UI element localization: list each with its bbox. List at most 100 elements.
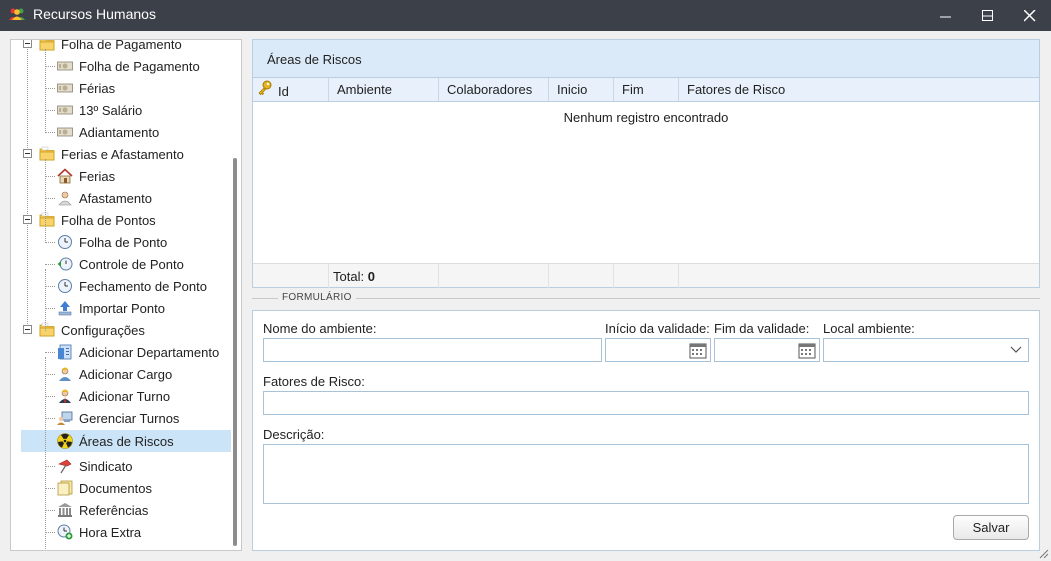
tree-item-label: Ferias [79,168,116,184]
local-select[interactable] [823,338,1029,362]
risk-areas-grid: Áreas de Riscos Id Ambiente Colaboradore… [252,39,1040,288]
tree-item[interactable]: Sindicato [57,455,132,477]
fim-date-input[interactable] [714,338,820,362]
tree-item[interactable]: Ferias e Afastamento [39,143,184,165]
tree-item[interactable]: Gerenciar Turnos [57,407,179,429]
tree-connector [45,176,55,177]
column-header-fatores[interactable]: Fatores de Risco [679,78,1039,101]
resize-grip-icon[interactable] [1038,548,1049,559]
folder-icon [39,146,55,162]
calendar-icon[interactable] [798,342,816,359]
tree-item-label: Adicionar Cargo [79,366,173,382]
column-header-colaboradores[interactable]: Colaboradores [439,78,549,101]
minimize-button-2[interactable] [925,0,967,31]
tree-item[interactable]: Férias [57,77,115,99]
nome-input[interactable] [263,338,602,362]
local-label: Local ambiente: [823,321,915,336]
total-label: Total: [333,269,365,284]
tree-item[interactable]: Áreas de Riscos [21,430,231,452]
close-icon [1024,10,1036,22]
tree-item[interactable]: Adicionar Departamento [57,341,219,363]
descricao-textarea[interactable] [263,444,1029,504]
tree-item[interactable]: Referências [57,499,148,521]
clock-icon [57,278,73,294]
tree-item[interactable]: Documentos [57,477,152,499]
tree-connector [45,132,55,133]
collapse-toggle[interactable] [23,325,32,334]
fatores-input[interactable] [263,391,1029,415]
close-button[interactable] [1009,0,1051,31]
calendar-icon[interactable] [689,342,707,359]
grid-header-bar: Áreas de Riscos [253,40,1039,78]
tree-connector [45,264,55,265]
tree-connector [45,286,55,287]
save-button[interactable]: Salvar [953,515,1029,540]
empty-message: Nenhum registro encontrado [563,110,729,125]
column-header-fim[interactable]: Fim [614,78,679,101]
tree-item-label: Folha de Pagamento [79,58,200,74]
tree-connector [45,110,55,111]
clock-back-icon [57,256,73,272]
column-header-id-label: Id [278,84,289,99]
upload-icon [57,300,73,316]
tree-item-label: Férias [79,80,116,96]
tree-item-label: Gerenciar Turnos [79,410,180,426]
tree-item[interactable]: Folha de Pagamento [57,55,200,77]
tree-item-label: Configurações [61,322,145,338]
tree-item[interactable]: Folha de Pontos [39,209,156,231]
tree-connector [45,510,55,511]
tree-connector [45,532,55,533]
tree-connector [45,418,55,419]
grid-footer: Total: 0 [253,263,1039,288]
collapse-toggle[interactable] [23,215,32,224]
tree-item[interactable]: 13º Salário [57,99,142,121]
nome-label: Nome do ambiente: [263,321,377,336]
tree-item-label: Áreas de Riscos [79,433,174,449]
maximize-icon [982,10,993,21]
collapse-toggle[interactable] [23,40,32,48]
tree-connector [45,488,55,489]
tree-connector [45,242,55,243]
tree-connector [45,308,55,309]
tree-item-label: Adicionar Departamento [79,344,220,360]
column-header-id[interactable]: Id [253,78,329,101]
collapse-toggle[interactable] [23,149,32,158]
bank-icon [57,502,73,518]
folder-icon [39,322,55,338]
minimize-icon [940,16,951,18]
documents-icon [57,480,73,496]
tree-item-label: Hora Extra [79,524,142,540]
tree-item[interactable]: Hora Extra [57,521,141,543]
tree-item-label: Folha de Ponto [79,234,168,250]
tree-item[interactable]: Adicionar Cargo [57,363,172,385]
tree-connector [45,49,46,133]
form-legend: FORMULÁRIO [278,292,356,303]
tree-item[interactable]: Ferias [57,165,115,187]
tree-item[interactable]: Folha de Ponto [57,231,167,253]
tree-item-label: Ferias e Afastamento [61,146,184,162]
tree-item-label: Importar Ponto [79,300,165,316]
tree-item-label: 13º Salário [79,102,143,118]
tree-scrollbar[interactable] [233,158,237,546]
tree-connector [45,352,55,353]
tree-item[interactable]: Adiantamento [57,121,159,143]
radiation-icon [57,433,73,449]
inicio-date-input[interactable] [605,338,711,362]
column-header-inicio[interactable]: Inicio [549,78,614,101]
money-icon [57,102,73,118]
maximize-button[interactable] [967,0,1009,31]
tree-item[interactable]: Configurações [39,319,145,341]
tree-item[interactable]: Importar Ponto [57,297,165,319]
tree-item[interactable]: Afastamento [57,187,152,209]
column-header-ambiente[interactable]: Ambiente [329,78,439,101]
tree-item[interactable]: Folha de Pagamento [39,40,182,55]
tree-connector [45,396,55,397]
tree-item-label: Adiantamento [79,124,160,140]
tree-item[interactable]: Controle de Ponto [57,253,184,275]
key-icon [258,80,272,96]
tree-item[interactable]: Adicionar Turno [57,385,170,407]
total-value: 0 [367,269,375,284]
chevron-down-icon [1010,346,1022,353]
navigation-tree[interactable]: Folha de Pagamento Folha de Pagamento Féri… [10,39,242,551]
tree-item[interactable]: Fechamento de Ponto [57,275,207,297]
